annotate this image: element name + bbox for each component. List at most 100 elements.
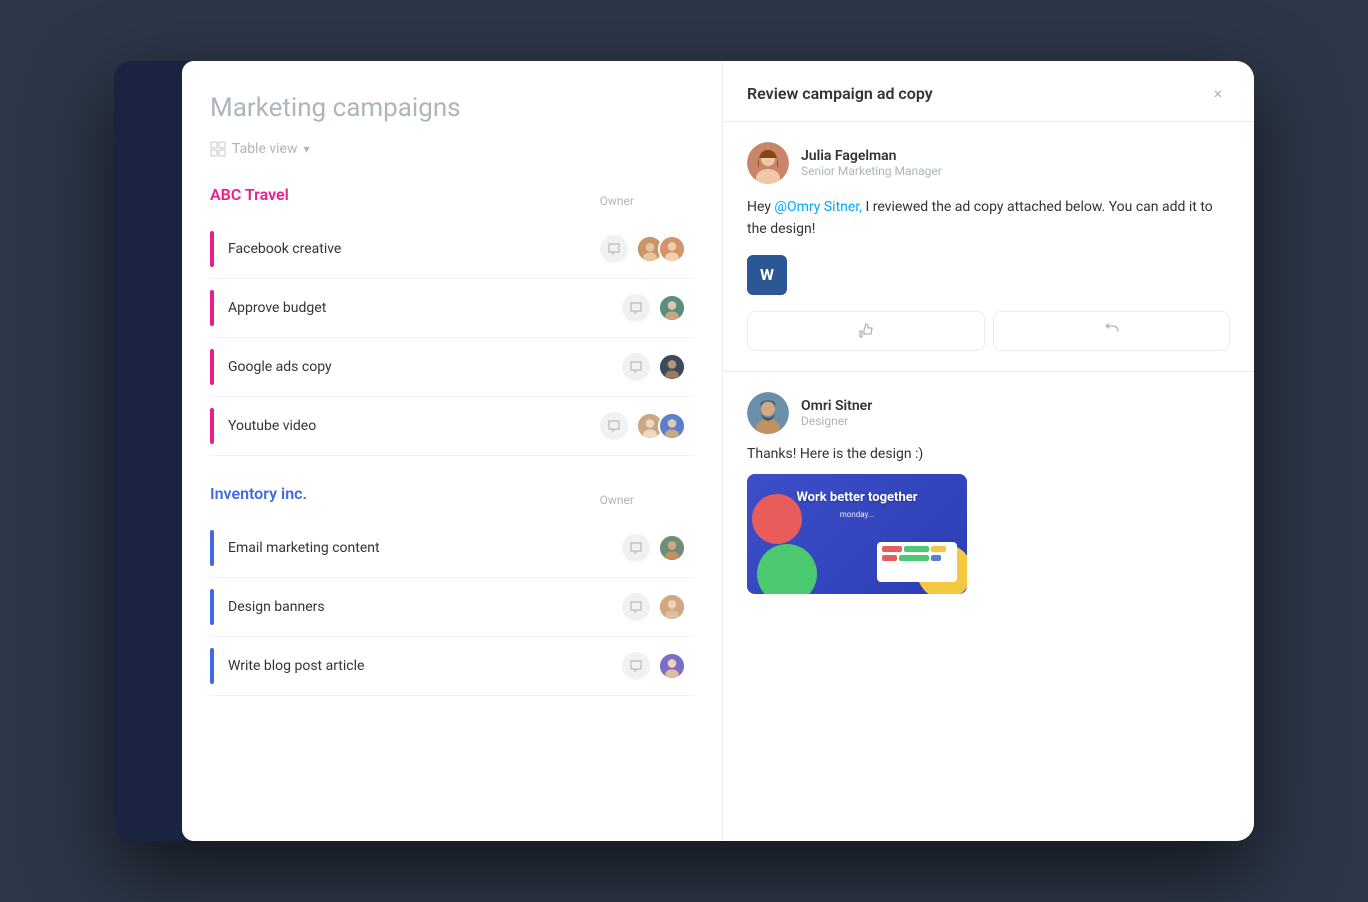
task-icons <box>622 593 650 621</box>
comment-user-info-omri: Omri Sitner Designer <box>801 398 872 428</box>
preview-bar-row <box>882 546 952 552</box>
preview-bar-red2 <box>882 555 897 561</box>
close-button[interactable]: × <box>1206 81 1230 105</box>
avatar <box>658 235 686 263</box>
task-bar <box>210 290 214 326</box>
comment-card-julia: Julia Fagelman Senior Marketing Manager … <box>723 122 1254 372</box>
avatar <box>658 593 686 621</box>
avatar <box>658 353 686 381</box>
avatar <box>658 412 686 440</box>
task-row[interactable]: Write blog post article <box>210 637 694 696</box>
group-abc-travel: ABC Travel Owner Facebook creative <box>210 185 694 456</box>
user-name-omri: Omri Sitner <box>801 398 872 414</box>
sidebar-nav <box>114 61 182 841</box>
task-name: Email marketing content <box>228 540 622 556</box>
avatars <box>658 353 686 381</box>
task-name: Youtube video <box>228 418 600 434</box>
device-frame: Marketing campaigns Table view ▾ ABC Tra… <box>114 61 1254 841</box>
view-label: Table view <box>232 141 298 157</box>
task-row[interactable]: Facebook creative <box>210 220 694 279</box>
group-inventory-inc: Inventory inc. Owner Email marketing con… <box>210 484 694 696</box>
page-title: Marketing campaigns <box>210 93 694 123</box>
chat-icon[interactable] <box>622 294 650 322</box>
reply-button[interactable] <box>993 311 1231 351</box>
task-bar <box>210 589 214 625</box>
avatars <box>658 593 686 621</box>
task-row[interactable]: Design banners <box>210 578 694 637</box>
word-doc-attachment[interactable]: W <box>747 255 787 295</box>
owner-label-inv: Owner <box>600 493 694 507</box>
design-preview-inner: Work better together monday... <box>747 474 967 594</box>
task-bar <box>210 349 214 385</box>
task-name: Write blog post article <box>228 658 622 674</box>
thanks-text: Thanks! Here is the design :) <box>747 446 1230 462</box>
table-view-selector[interactable]: Table view ▾ <box>210 141 694 157</box>
preview-bar-red <box>882 546 902 552</box>
task-bar <box>210 408 214 444</box>
avatar <box>658 534 686 562</box>
task-icons <box>622 652 650 680</box>
task-row[interactable]: Google ads copy <box>210 338 694 397</box>
comment-user-info: Julia Fagelman Senior Marketing Manager <box>801 148 942 178</box>
task-icons <box>622 353 650 381</box>
avatars <box>658 534 686 562</box>
owner-label-abc: Owner <box>600 194 694 208</box>
group-title-abc-travel: ABC Travel <box>210 185 289 204</box>
chat-icon[interactable] <box>622 353 650 381</box>
avatar-julia <box>747 142 789 184</box>
preview-bar-blue <box>931 555 941 561</box>
task-bar <box>210 530 214 566</box>
like-button[interactable] <box>747 311 985 351</box>
review-modal: Review campaign ad copy × <box>722 61 1254 841</box>
preview-text-block: Work better together monday... <box>777 490 937 519</box>
reply-icon <box>1102 322 1120 340</box>
task-row[interactable]: Youtube video <box>210 397 694 456</box>
comment-user-row: Julia Fagelman Senior Marketing Manager <box>747 142 1230 184</box>
task-icons <box>622 294 650 322</box>
chat-icon[interactable] <box>622 652 650 680</box>
chat-icon[interactable] <box>622 534 650 562</box>
avatar <box>658 294 686 322</box>
chevron-icon: ▾ <box>304 142 310 156</box>
task-icons <box>600 412 628 440</box>
comment-mention[interactable]: @Omry Sitner, <box>774 199 862 215</box>
main-content: Marketing campaigns Table view ▾ ABC Tra… <box>182 61 1254 841</box>
table-icon <box>210 141 226 157</box>
group-title-inventory: Inventory inc. <box>210 484 307 503</box>
left-panel: Marketing campaigns Table view ▾ ABC Tra… <box>182 61 722 841</box>
preview-bar-row2 <box>882 555 952 561</box>
chat-icon[interactable] <box>622 593 650 621</box>
group-header-row: ABC Travel Owner <box>210 185 694 216</box>
preview-headline: Work better together <box>777 490 937 507</box>
comment-actions <box>747 311 1230 351</box>
task-icons <box>600 235 628 263</box>
task-name: Google ads copy <box>228 359 622 375</box>
avatars <box>658 652 686 680</box>
chat-icon[interactable] <box>600 235 628 263</box>
task-row[interactable]: Approve budget <box>210 279 694 338</box>
abc-travel-task-list: Facebook creative <box>210 220 694 456</box>
avatars <box>636 412 686 440</box>
inventory-task-list: Email marketing content <box>210 519 694 696</box>
task-icons <box>622 534 650 562</box>
preview-card <box>877 542 957 582</box>
design-preview: Work better together monday... <box>747 474 967 594</box>
group-header-row: Inventory inc. Owner <box>210 484 694 515</box>
modal-header: Review campaign ad copy × <box>723 61 1254 122</box>
task-name: Facebook creative <box>228 241 600 257</box>
avatar <box>658 652 686 680</box>
like-icon <box>857 322 875 340</box>
task-bar <box>210 648 214 684</box>
comment-text: Hey @Omry Sitner, I reviewed the ad copy… <box>747 196 1230 241</box>
preview-logo: monday... <box>777 510 937 519</box>
user-title: Senior Marketing Manager <box>801 164 942 178</box>
preview-bar-green <box>904 546 929 552</box>
task-row[interactable]: Email marketing content <box>210 519 694 578</box>
avatars <box>658 294 686 322</box>
task-name: Design banners <box>228 599 622 615</box>
chat-icon[interactable] <box>600 412 628 440</box>
circle-green <box>757 544 817 594</box>
avatars <box>636 235 686 263</box>
avatar-omri <box>747 392 789 434</box>
preview-bar-green2 <box>899 555 929 561</box>
